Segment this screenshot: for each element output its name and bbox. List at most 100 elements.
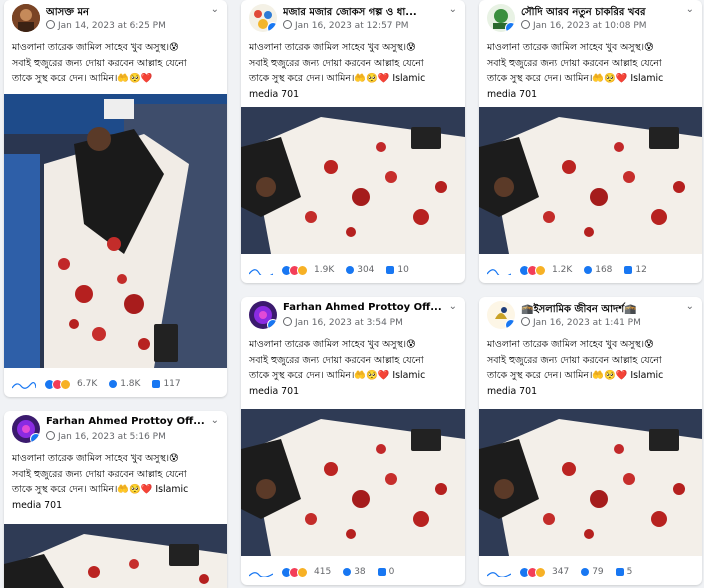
post-image[interactable] [479,409,702,556]
post-timestamp[interactable]: Jan 16, 2023 at 10:08 PM [521,20,647,31]
avatar[interactable] [12,4,40,32]
sparkline-icon [487,269,511,275]
share-count[interactable]: 0 [389,567,395,577]
post-text-line: মাওলানা তারেক জামিল সাহেব খুব অসুস্থ।😰 [12,42,179,53]
post-card: Farhan Ahmed Prottoy Off... Jan 16, 2023… [241,297,465,585]
post-text-line: মাওলানা তারেক জামিল সাহেব খুব অসুস্থ।😰 [487,339,654,350]
verified-badge [267,319,277,329]
tag-label[interactable]: Islamic [630,370,663,381]
timestamp-text: Jan 16, 2023 at 3:54 PM [295,318,403,328]
post-text-line: মাওলানা তারেক জামিল সাহেব খুব অসুস্থ।😰 [12,453,179,464]
post-image[interactable] [4,94,227,368]
post-card: সৌদি আরব নতুন চাকরির খবর Jan 16, 2023 at… [479,0,702,283]
hospital-photo [241,107,465,254]
timestamp-text: Jan 16, 2023 at 10:08 PM [533,21,647,31]
tag-media[interactable]: media 701 [487,384,694,400]
comment-icon [581,568,590,576]
comment-count[interactable]: 38 [354,567,365,577]
post-image[interactable] [241,409,465,556]
post-timestamp[interactable]: Jan 16, 2023 at 5:16 PM [46,431,166,442]
post-card: মজার মজার জোকস গল্প ও ধা... Jan 16, 2023… [241,0,465,283]
post-text-line: সবাই হুজুরের জন্য দোয়া করবেন আল্লাহ যেন… [487,354,662,366]
globe-icon [521,20,530,29]
chevron-down-icon[interactable]: ⌄ [686,4,694,15]
comment-icon [109,380,118,388]
share-count[interactable]: 5 [627,567,633,577]
page-name[interactable]: Farhan Ahmed Prottoy Off... [46,416,205,427]
share-count[interactable]: 12 [635,265,646,275]
tag-label[interactable]: Islamic [392,73,425,84]
sparkline-icon [12,382,36,389]
share-count[interactable]: 10 [397,265,408,275]
tag-media[interactable]: media 701 [12,498,219,514]
post-stats: 6.7K 1.8K 117 [12,377,221,391]
post-image[interactable] [241,107,465,254]
avatar[interactable] [12,415,40,443]
tag-media[interactable]: media 701 [249,384,457,400]
comment-count[interactable]: 1.8K [120,379,140,389]
post-text-part: তাকে সুস্থ করে দেন। আমিন।🤲🥺❤️ [12,484,153,495]
post-text-line: সবাই হুজুরের জন্য দোয়া করবেন আল্লাহ যেন… [487,57,662,69]
page-name[interactable]: Farhan Ahmed Prottoy Off... [283,302,443,313]
reaction-icons[interactable] [519,264,546,276]
sparkline-icon [249,269,273,275]
verified-badge [30,433,40,443]
comment-count[interactable]: 304 [357,265,374,275]
chevron-down-icon[interactable]: ⌄ [686,301,694,312]
sparkline-icon [487,572,511,577]
comment-icon [343,568,352,576]
haha-icon [297,566,308,578]
tag-media[interactable]: media 701 [487,87,694,103]
reaction-count[interactable]: 415 [314,567,331,577]
post-image[interactable] [4,524,227,588]
reaction-count[interactable]: 1.9K [314,265,334,275]
post-image[interactable] [479,107,702,254]
reaction-count[interactable]: 347 [552,567,569,577]
globe-icon [521,317,530,326]
post-timestamp[interactable]: Jan 16, 2023 at 3:54 PM [283,317,403,328]
post-text-line: সবাই হুজুরের জন্য দোয়া করবেন আল্লাহ যেন… [249,57,424,69]
post-text-line: মাওলানা তারেক জামিল সাহেব খুব অসুস্থ।😰 [249,42,416,53]
chevron-down-icon[interactable]: ⌄ [449,4,457,15]
post-text-part: তাকে সুস্থ করে দেন। আমিন।🤲🥺❤️ [249,370,390,381]
reaction-count[interactable]: 6.7K [77,379,97,389]
post-text: মাওলানা তারেক জামিল সাহেব খুব অসুস্থ।😰 স… [4,451,227,513]
globe-icon [283,317,292,326]
reaction-icons[interactable] [519,566,546,578]
verified-badge [267,22,277,32]
post-text-line: মাওলানা তারেক জামিল সাহেব খুব অসুস্থ।😰 [249,339,416,350]
haha-icon [297,264,308,276]
reaction-icons[interactable] [281,566,308,578]
avatar[interactable] [487,301,515,329]
post-text-line: সবাই হুজুরের জন্য দোয়া করবেন আল্লাহ যেন… [12,57,187,69]
post-text: মাওলানা তারেক জামিল সাহেব খুব অসুস্থ।😰 স… [241,40,465,102]
avatar[interactable] [487,4,515,32]
avatar[interactable] [249,301,277,329]
tag-media[interactable]: media 701 [249,87,457,103]
comment-count[interactable]: 79 [592,567,603,577]
post-text-line: তাকে সুস্থ করে দেন। আমিন।🤲🥺❤️ Islamic [487,368,694,384]
post-timestamp[interactable]: Jan 14, 2023 at 6:25 PM [46,20,166,31]
verified-badge [505,22,515,32]
share-count[interactable]: 117 [163,379,180,389]
tag-label[interactable]: Islamic [630,73,663,84]
comment-count[interactable]: 168 [595,265,612,275]
post-header: Farhan Ahmed Prottoy Off... Jan 16, 2023… [4,411,227,451]
tag-label[interactable]: Islamic [155,484,188,495]
post-timestamp[interactable]: Jan 16, 2023 at 1:41 PM [521,317,641,328]
post-header: 🕋ইসলামিক জীবন আদর্শ🕋 Jan 16, 2023 at 1:4… [479,297,702,337]
post-card: Farhan Ahmed Prottoy Off... Jan 16, 2023… [4,411,227,588]
reaction-count[interactable]: 1.2K [552,265,572,275]
chevron-down-icon[interactable]: ⌄ [449,301,457,312]
timestamp-text: Jan 16, 2023 at 12:57 PM [295,21,409,31]
reaction-icons[interactable] [281,264,308,276]
chevron-down-icon[interactable]: ⌄ [211,415,219,426]
hospital-photo [479,409,702,556]
share-icon [377,568,386,576]
avatar[interactable] [249,4,277,32]
reaction-icons[interactable] [44,378,71,390]
chevron-down-icon[interactable]: ⌄ [211,4,219,15]
post-timestamp[interactable]: Jan 16, 2023 at 12:57 PM [283,20,409,31]
avatar-image [12,4,40,32]
tag-label[interactable]: Islamic [392,370,425,381]
